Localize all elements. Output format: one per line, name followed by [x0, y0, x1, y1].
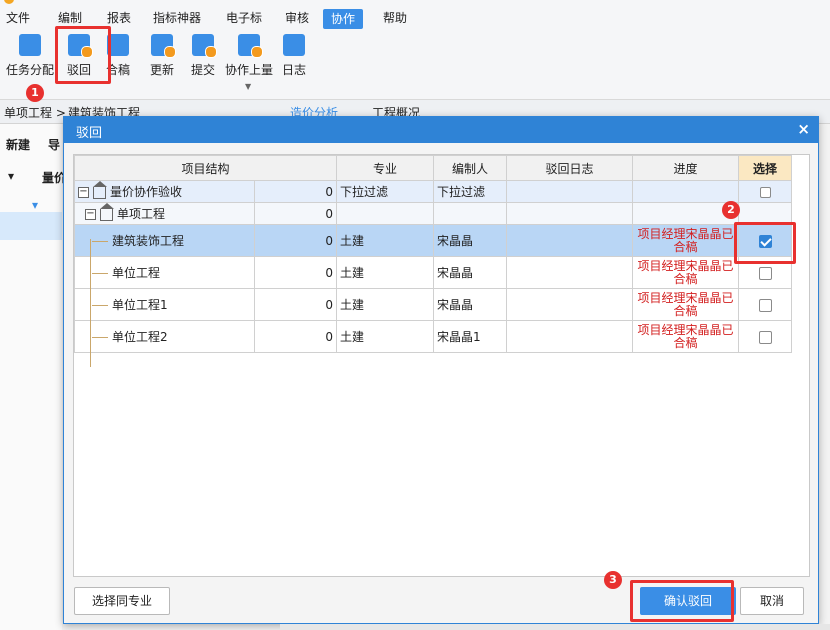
home-icon: [100, 203, 114, 221]
reject-dialog: 驳回 × 项目结构 专业 编制人 驳回日志 进度 选择 − 量价协作验收 0 下…: [63, 116, 819, 624]
menu-collaboration[interactable]: 协作: [323, 9, 364, 29]
col-major: 专业: [336, 155, 435, 181]
col-reject-log: 驳回日志: [506, 155, 634, 181]
progress-text: 项目经理宋晶晶已合稿: [632, 224, 740, 257]
menu-file[interactable]: 文件: [6, 8, 30, 28]
task-assign-icon: [19, 34, 41, 56]
col-author: 编制人: [433, 155, 508, 181]
table-row[interactable]: − 单项工程 0: [74, 202, 793, 225]
progress-text: 项目经理宋晶晶已合稿: [632, 320, 740, 353]
table-header: 项目结构 专业 编制人 驳回日志 进度 选择: [73, 155, 793, 181]
tree-connector: [92, 305, 108, 306]
progress-text: 项目经理宋晶晶已合稿: [632, 256, 740, 289]
table-row[interactable]: 建筑装饰工程 0 土建 宋晶晶 项目经理宋晶晶已合稿: [74, 224, 793, 257]
tool-collab-upload[interactable]: 协作上量: [225, 34, 273, 78]
selected-tree-row[interactable]: [0, 212, 62, 240]
annotation-number: 2: [722, 201, 740, 219]
table-row[interactable]: 单位工程 0 土建 宋晶晶 项目经理宋晶晶已合稿: [74, 256, 793, 289]
menu-review[interactable]: 审核: [285, 8, 309, 28]
tree-guide-line: [90, 239, 91, 367]
annotation-box-checkbox: [734, 222, 796, 264]
menu-edit[interactable]: 编制: [58, 8, 82, 28]
table-row[interactable]: 单位工程2 0 土建 宋晶晶1 项目经理宋晶晶已合稿: [74, 320, 793, 353]
col-structure: 项目结构: [73, 155, 338, 181]
collab-upload-icon: [238, 34, 263, 58]
tool-log[interactable]: 日志: [282, 34, 306, 78]
progress-text: 项目经理宋晶晶已合稿: [632, 288, 740, 321]
menu-help[interactable]: 帮助: [383, 8, 407, 28]
table-row[interactable]: − 量价协作验收 0 下拉过滤 下拉过滤: [74, 180, 793, 203]
annotation-box-reject-tool: [55, 26, 111, 84]
reject-table: 项目结构 专业 编制人 驳回日志 进度 选择 − 量价协作验收 0 下拉过滤 下拉…: [73, 155, 793, 353]
breadcrumb: 单项工程 >: [4, 106, 66, 120]
log-icon: [283, 34, 305, 56]
tool-submit[interactable]: 提交: [191, 34, 217, 78]
menu-report[interactable]: 报表: [107, 8, 131, 28]
col-progress: 进度: [632, 155, 740, 181]
background-panel-edge: [280, 624, 830, 630]
tree-connector: [92, 273, 108, 274]
building-icon: [93, 181, 107, 199]
annotation-box-confirm: [630, 580, 734, 622]
table-row[interactable]: 单位工程1 0 土建 宋晶晶 项目经理宋晶晶已合稿: [74, 288, 793, 321]
tree-connector: [92, 337, 108, 338]
close-icon[interactable]: ×: [797, 120, 810, 138]
select-same-major-button[interactable]: 选择同专业: [74, 587, 170, 615]
new-button[interactable]: 新建: [6, 136, 30, 153]
chevron-down-icon[interactable]: ▾: [8, 169, 14, 183]
ribbon-toolbar: 任务分配 驳回 合稿 更新 提交 协作上量 日志: [0, 30, 830, 100]
project-tree-panel: 新建 导 ▾ 量价 ▾: [0, 124, 66, 630]
app-logo-icon: [4, 0, 14, 4]
chevron-down-icon[interactable]: ▼: [245, 82, 251, 91]
project-grid: 项目结构 专业 编制人 驳回日志 进度 选择 − 量价协作验收 0 下拉过滤 下拉…: [73, 154, 810, 577]
chevron-down-icon[interactable]: ▾: [32, 198, 38, 212]
update-icon: [151, 34, 176, 58]
menu-indicator[interactable]: 指标神器: [153, 8, 201, 28]
collapse-icon[interactable]: −: [78, 187, 89, 198]
menu-e-bid[interactable]: 电子标: [226, 8, 262, 28]
collapse-icon[interactable]: −: [85, 209, 96, 220]
row-checkbox[interactable]: [758, 266, 772, 280]
annotation-number: 3: [604, 571, 622, 589]
dialog-title: 驳回: [76, 126, 103, 141]
row-checkbox[interactable]: [758, 330, 772, 344]
tree-connector: [92, 241, 108, 242]
filter-dropdown-author[interactable]: 下拉过滤: [433, 180, 508, 203]
row-checkbox[interactable]: [758, 298, 772, 312]
dialog-title-bar: 驳回 ×: [64, 117, 818, 143]
cancel-button[interactable]: 取消: [740, 587, 804, 615]
col-select: 选择: [738, 155, 793, 181]
submit-icon: [192, 34, 217, 58]
menu-bar: 文件 编制 报表 指标神器 电子标 审核 协作 帮助: [0, 0, 830, 30]
filter-dropdown-major[interactable]: 下拉过滤: [336, 180, 435, 203]
tool-update[interactable]: 更新: [150, 34, 176, 78]
tool-assign-task[interactable]: 任务分配: [6, 34, 54, 78]
select-all-checkbox[interactable]: [759, 186, 771, 198]
annotation-number: 1: [26, 84, 44, 102]
import-button[interactable]: 导: [48, 136, 60, 153]
